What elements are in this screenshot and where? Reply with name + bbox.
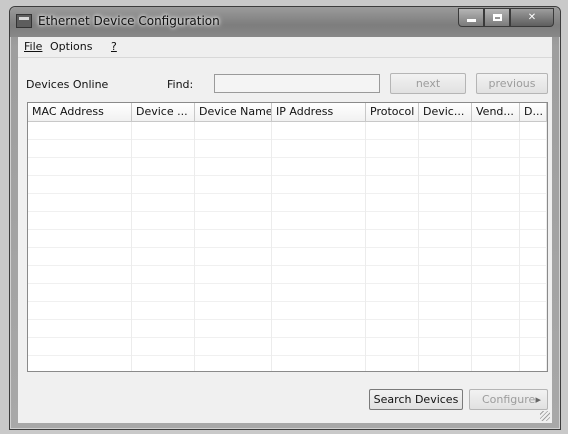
configure-label: Configure xyxy=(482,393,536,406)
network-config-icon xyxy=(16,14,32,28)
minimize-icon xyxy=(466,18,476,22)
client-area: File Options ? Devices Online Find: next… xyxy=(18,37,552,423)
column-header-device-name[interactable]: Device Name xyxy=(195,103,272,122)
devices-online-label: Devices Online xyxy=(26,78,109,91)
caption-buttons: ✕ xyxy=(458,8,554,28)
menu-file[interactable]: File xyxy=(24,40,42,53)
column-header-protocol[interactable]: Protocol xyxy=(366,103,419,122)
maximize-button[interactable] xyxy=(484,8,510,27)
menu-help[interactable]: ? xyxy=(111,40,117,53)
resize-grip[interactable] xyxy=(540,411,550,421)
menu-options-label: Options xyxy=(50,40,93,53)
minimize-button[interactable] xyxy=(458,8,484,27)
menu-file-label: File xyxy=(24,40,43,53)
app-window: Ethernet Device Configuration ✕ File Opt… xyxy=(9,6,561,430)
menu-options[interactable]: Options xyxy=(50,40,92,53)
window-title: Ethernet Device Configuration xyxy=(38,14,220,28)
title-bar[interactable]: Ethernet Device Configuration ✕ xyxy=(10,7,560,37)
devices-list[interactable]: MAC Address Device ... Device Name IP Ad… xyxy=(27,102,548,372)
list-column-grid xyxy=(28,122,547,371)
close-button[interactable]: ✕ xyxy=(510,8,554,27)
chevron-right-icon: ▸ xyxy=(535,393,541,406)
next-button[interactable]: next xyxy=(390,73,466,94)
column-header-ip-address[interactable]: IP Address xyxy=(272,103,366,122)
maximize-icon xyxy=(492,14,502,21)
list-header: MAC Address Device ... Device Name IP Ad… xyxy=(28,103,547,122)
column-header-d[interactable]: D... xyxy=(520,103,547,122)
search-devices-button[interactable]: Search Devices xyxy=(369,389,463,410)
close-icon: ✕ xyxy=(527,12,537,23)
find-label: Find: xyxy=(167,78,194,91)
menu-help-label: ? xyxy=(111,40,117,53)
column-header-vendor[interactable]: Vend... xyxy=(472,103,520,122)
find-input[interactable] xyxy=(214,74,380,93)
menu-bar: File Options ? xyxy=(18,37,552,58)
configure-button[interactable]: Configure ▸ xyxy=(469,389,548,410)
column-header-mac-address[interactable]: MAC Address xyxy=(28,103,132,122)
previous-button[interactable]: previous xyxy=(476,73,548,94)
column-header-device[interactable]: Devic... xyxy=(419,103,472,122)
column-header-device-type[interactable]: Device ... xyxy=(132,103,195,122)
